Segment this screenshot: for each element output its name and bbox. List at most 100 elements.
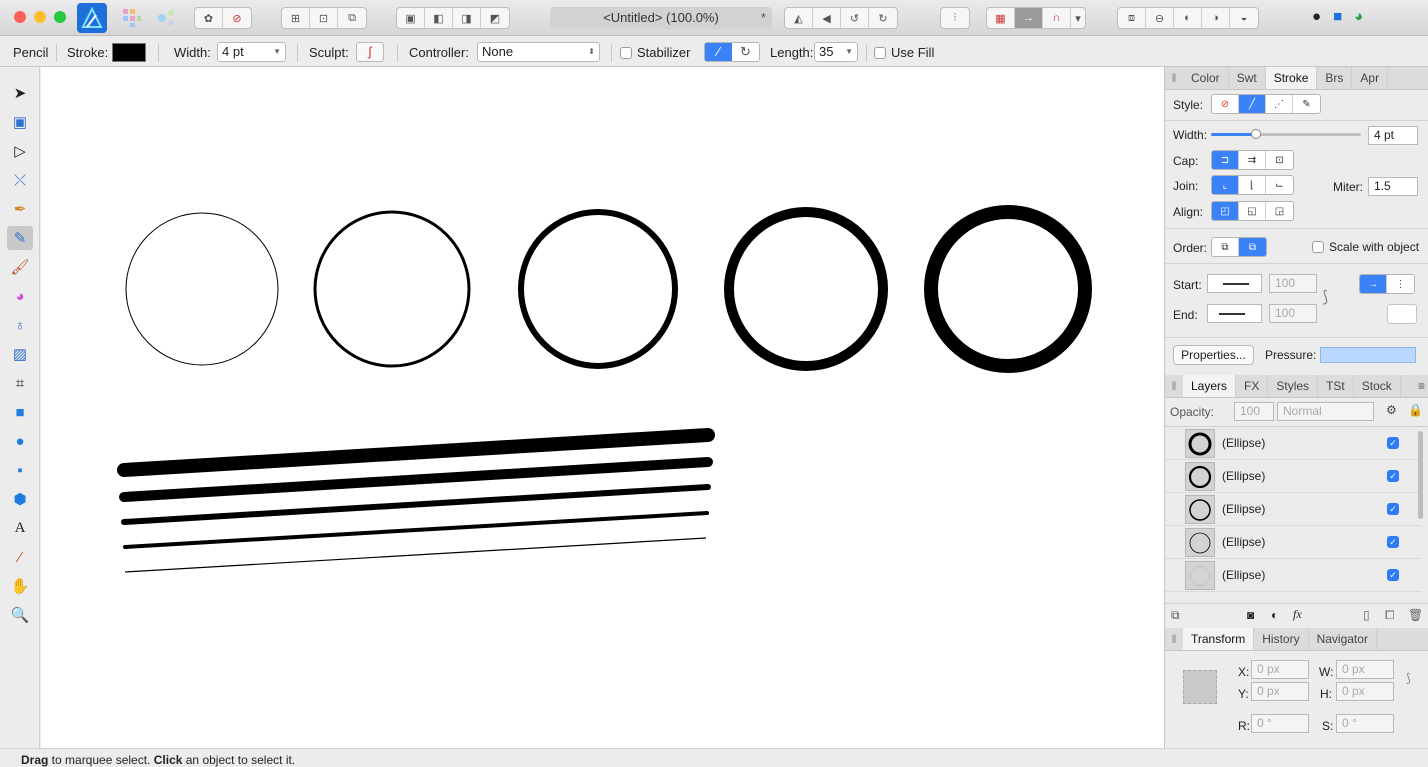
- layer-row[interactable]: (Ellipse) ✓: [1165, 526, 1421, 559]
- layers-scrollbar[interactable]: [1418, 431, 1423, 519]
- sculpt-icon[interactable]: ʃ: [356, 42, 384, 62]
- magnet-icon[interactable]: ∩: [1043, 8, 1071, 28]
- intersect-geometry-icon[interactable]: ◐: [1174, 8, 1202, 28]
- ellipse-5[interactable]: [924, 205, 1092, 373]
- controller-select[interactable]: None ⬍: [477, 42, 600, 62]
- length-select[interactable]: 35 ▼: [814, 42, 858, 62]
- add-pixel-layer-icon[interactable]: ▯: [1363, 608, 1370, 622]
- select-all-icon[interactable]: ⊞: [282, 8, 310, 28]
- anchor-point-selector[interactable]: [1183, 670, 1217, 704]
- ellipse-2[interactable]: [313, 210, 471, 368]
- tab-brushes[interactable]: Brs: [1317, 67, 1353, 89]
- tab-swatches[interactable]: Swt: [1229, 67, 1266, 89]
- arrowhead-swap-button[interactable]: [1387, 304, 1417, 324]
- no-snap-icon[interactable]: ⊘: [223, 8, 251, 28]
- place-image-tool-icon[interactable]: ▨: [7, 342, 33, 366]
- persona-pixel-icon[interactable]: [122, 8, 142, 28]
- lock-icon[interactable]: 🔒: [1408, 403, 1423, 417]
- hand-tool-icon[interactable]: ✋: [7, 574, 33, 598]
- round-cap-icon[interactable]: ⇉: [1239, 151, 1266, 169]
- tab-styles[interactable]: Styles: [1268, 375, 1319, 397]
- minimize-window-button[interactable]: [34, 11, 46, 23]
- layer-visibility-checkbox[interactable]: ✓: [1387, 536, 1399, 548]
- transparency-tool-icon[interactable]: ♁: [7, 313, 33, 337]
- bevel-join-icon[interactable]: ⌙: [1266, 176, 1293, 194]
- texture-line-icon[interactable]: ✎: [1293, 95, 1320, 113]
- x-field[interactable]: 0 px: [1251, 660, 1309, 679]
- subtract-geometry-icon[interactable]: ⊖: [1146, 8, 1174, 28]
- scale-with-object-checkbox[interactable]: [1312, 241, 1324, 253]
- add-geometry-icon[interactable]: ⧈: [1118, 8, 1146, 28]
- tab-navigator[interactable]: Navigator: [1309, 628, 1377, 650]
- app-logo-icon[interactable]: [77, 3, 107, 33]
- window-mode-icon[interactable]: ↻: [732, 43, 759, 61]
- align-inside-icon[interactable]: ◱: [1239, 202, 1266, 220]
- rope-mode-icon[interactable]: ⁄: [705, 43, 732, 61]
- tab-text-styles[interactable]: TSt: [1318, 375, 1354, 397]
- flip-horizontal-icon[interactable]: ◭: [785, 8, 813, 28]
- snap-to-icon[interactable]: →: [1015, 8, 1043, 28]
- tab-stock[interactable]: Stock: [1354, 375, 1401, 397]
- arrow-tip-icon[interactable]: →: [1360, 275, 1387, 293]
- select-none-icon[interactable]: ⊡: [310, 8, 338, 28]
- tab-color[interactable]: Color: [1183, 67, 1229, 89]
- layer-visibility-checkbox[interactable]: ✓: [1387, 569, 1399, 581]
- layer-row[interactable]: (Ellipse) ✓: [1165, 427, 1421, 460]
- text-tool-icon[interactable]: A: [7, 516, 33, 540]
- divide-geometry-icon[interactable]: ◒: [1230, 8, 1258, 28]
- layer-row[interactable]: (Ellipse) ✓: [1165, 559, 1421, 592]
- tab-layers[interactable]: Layers: [1183, 375, 1237, 397]
- close-window-button[interactable]: [14, 11, 26, 23]
- move-forward-icon[interactable]: ◨: [453, 8, 481, 28]
- width-field[interactable]: 4 pt: [1368, 126, 1418, 145]
- align-center-icon[interactable]: ◰: [1212, 202, 1239, 220]
- miter-field[interactable]: 1.5: [1368, 177, 1418, 196]
- miter-join-icon[interactable]: ⌞: [1212, 176, 1239, 194]
- stroke-behind-icon[interactable]: ⧉: [1212, 238, 1239, 256]
- y-field[interactable]: 0 px: [1251, 682, 1309, 701]
- width-slider-knob[interactable]: [1251, 129, 1261, 139]
- tab-fx[interactable]: FX: [1236, 375, 1269, 397]
- color-icon[interactable]: ◕: [1354, 8, 1363, 28]
- layers-stack-icon[interactable]: ⧉: [1171, 608, 1180, 623]
- arrow-end-icon[interactable]: ⋮: [1387, 275, 1414, 293]
- layer-row[interactable]: (Ellipse) ✓: [1165, 493, 1421, 526]
- align-outside-icon[interactable]: ◲: [1266, 202, 1293, 220]
- start-scale-field[interactable]: 100: [1269, 274, 1317, 293]
- ellipse-1[interactable]: [125, 212, 279, 366]
- ellipse-4[interactable]: [724, 207, 888, 371]
- rectangle-tool-icon[interactable]: ■: [7, 400, 33, 424]
- end-scale-field[interactable]: 100: [1269, 304, 1317, 323]
- studio-icon[interactable]: ■: [1333, 8, 1342, 28]
- move-back-icon[interactable]: ▣: [397, 8, 425, 28]
- panel-grip-icon[interactable]: ‖: [1165, 375, 1183, 397]
- butt-cap-icon[interactable]: ⊐: [1212, 151, 1239, 169]
- end-arrowhead-select[interactable]: [1207, 304, 1262, 323]
- zoom-tool-icon[interactable]: 🔍: [7, 603, 33, 627]
- square-cap-icon[interactable]: ⊡: [1266, 151, 1293, 169]
- pen-tool-icon[interactable]: ✒: [7, 197, 33, 221]
- panel-menu-icon[interactable]: ≡: [1418, 379, 1425, 393]
- delete-layer-icon[interactable]: 🗑: [1408, 608, 1423, 622]
- fx-icon[interactable]: fx: [1293, 607, 1302, 622]
- no-stroke-icon[interactable]: ⊘: [1212, 95, 1239, 113]
- tab-transform[interactable]: Transform: [1183, 628, 1255, 650]
- dashed-line-icon[interactable]: ⋰: [1266, 95, 1293, 113]
- round-join-icon[interactable]: ⌊: [1239, 176, 1266, 194]
- brush-tool-icon[interactable]: 🖌: [7, 255, 33, 279]
- assistant-icon[interactable]: ●: [1312, 8, 1321, 28]
- tab-stroke[interactable]: Stroke: [1265, 67, 1318, 89]
- node-tool-icon[interactable]: ▷: [7, 139, 33, 163]
- solid-line-icon[interactable]: ╱: [1239, 95, 1266, 113]
- add-group-icon[interactable]: ⧠: [1385, 608, 1395, 623]
- shear-field[interactable]: 0 °: [1336, 714, 1394, 733]
- ellipse-3[interactable]: [518, 209, 678, 369]
- blend-mode-select[interactable]: Normal: [1277, 402, 1374, 421]
- width-slider[interactable]: [1211, 129, 1361, 139]
- panel-grip-icon[interactable]: ‖: [1165, 628, 1183, 650]
- mask-icon[interactable]: ◙: [1247, 608, 1254, 622]
- shape-tool-icon[interactable]: ⬢: [7, 487, 33, 511]
- corner-tool-icon[interactable]: ⤬: [7, 168, 33, 192]
- stroke-front-icon[interactable]: ⧉: [1239, 238, 1266, 256]
- flower-icon[interactable]: ✿: [195, 8, 223, 28]
